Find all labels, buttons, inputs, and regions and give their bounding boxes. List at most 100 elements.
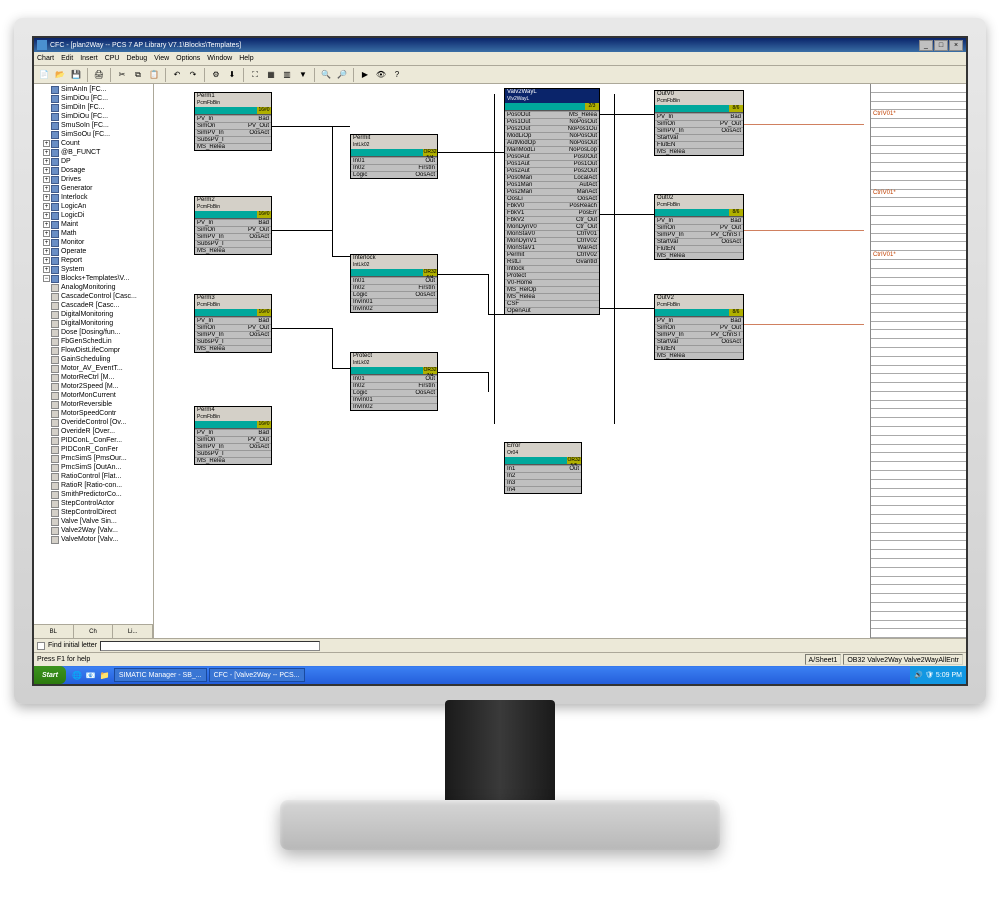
block-pin[interactable]: PosErr <box>552 210 599 216</box>
block-pin[interactable]: SimPV_In <box>655 332 699 338</box>
block-pin[interactable]: FirstIn <box>394 285 437 291</box>
block-pin[interactable] <box>394 306 437 312</box>
block-pin[interactable]: FirstIn <box>394 383 437 389</box>
block-pin[interactable]: Out <box>394 278 437 284</box>
menu-insert[interactable]: Insert <box>80 55 98 62</box>
block-pin[interactable]: Out <box>394 158 437 164</box>
sheet-margin-row[interactable] <box>871 172 966 181</box>
tree-item[interactable]: SimDiOu [FC... <box>35 94 152 103</box>
block-pin[interactable]: FlutEN <box>655 346 699 352</box>
block-pin[interactable]: In2 <box>505 473 543 479</box>
block-header[interactable]: Protect IntLk02 OR32 7/4 <box>351 353 437 375</box>
sheet-margin-row[interactable] <box>871 181 966 190</box>
sheet-margin-row[interactable] <box>871 234 966 243</box>
tray-icon[interactable]: 🔊 <box>914 671 923 679</box>
block-pin[interactable]: Bad <box>233 116 271 122</box>
tree-item[interactable]: +System <box>35 265 152 274</box>
minimize-button[interactable]: _ <box>919 40 933 51</box>
taskbar-item[interactable]: SIMATIC Manager - SB_... <box>114 668 207 682</box>
block-header[interactable]: Perm2 PcmFbBin 16#0 <box>195 197 271 219</box>
open-icon[interactable]: 📂 <box>53 68 67 82</box>
block-pin[interactable]: V0-Home <box>505 280 552 286</box>
sheet-margin-row[interactable] <box>871 216 966 225</box>
sheet-margin-row[interactable] <box>871 383 966 392</box>
block-pin[interactable]: MS_Relea <box>655 253 699 259</box>
sheet-margin-row[interactable] <box>871 84 966 93</box>
block-pin[interactable] <box>233 241 271 247</box>
menu-debug[interactable]: Debug <box>126 55 147 62</box>
block-pin[interactable]: InvIn02 <box>351 404 394 410</box>
block-pin[interactable]: In01 <box>351 376 394 382</box>
block-pin[interactable]: MS_Relea <box>195 144 233 150</box>
block-pin[interactable]: Pos2Aut <box>505 168 552 174</box>
block-pin[interactable]: FlutEN <box>655 142 699 148</box>
block-pin[interactable]: OosAct <box>233 130 271 136</box>
block-pin[interactable] <box>699 135 743 141</box>
sheet-margin-row[interactable] <box>871 577 966 586</box>
block-pin[interactable]: SimOn <box>195 325 233 331</box>
sheet-margin-row[interactable] <box>871 497 966 506</box>
sheet-margin-row[interactable] <box>871 594 966 603</box>
block-pin[interactable]: Bad <box>699 218 743 224</box>
sheet-margin-row[interactable] <box>871 471 966 480</box>
sheet-margin-row[interactable] <box>871 515 966 524</box>
block-pin[interactable]: MS_Relea <box>195 458 233 464</box>
tree-item[interactable]: +@B_FUNCT <box>35 148 152 157</box>
dropdown-icon[interactable]: ▼ <box>296 68 310 82</box>
block-pin[interactable]: InvIn02 <box>351 306 394 312</box>
block-pin[interactable] <box>233 346 271 352</box>
block-pin[interactable]: Pos0Out <box>505 112 552 118</box>
block-pin[interactable]: Pos2Out <box>505 126 552 132</box>
sheet-margin-row[interactable] <box>871 524 966 533</box>
tree-item[interactable]: MotorReversible <box>35 400 152 409</box>
zoom-out-icon[interactable]: 🔎 <box>335 68 349 82</box>
tree-item-templates[interactable]: −Blocks+Templates\V... <box>35 274 152 283</box>
block-pin[interactable]: OpenAut <box>505 308 552 314</box>
sheet-margin-row[interactable] <box>871 559 966 568</box>
block-pin[interactable] <box>543 480 581 486</box>
block-pin[interactable]: FlutEN <box>655 246 699 252</box>
tree-item[interactable]: SmithPredictorCo... <box>35 490 152 499</box>
sheet-margin-row[interactable] <box>871 445 966 454</box>
cfc-block[interactable]: Perm4 PcmFbBin 16#0 PV_InBadSimOnPV_OutS… <box>194 406 272 465</box>
block-pin[interactable]: InvIn01 <box>351 397 394 403</box>
tab-charts[interactable]: Ch <box>74 625 114 638</box>
block-pin[interactable]: ModLiOp <box>505 133 552 139</box>
sheet-margin-row[interactable] <box>871 304 966 313</box>
expand-icon[interactable]: + <box>43 266 50 273</box>
tree-item[interactable]: PmcSimS [PmsOur... <box>35 454 152 463</box>
block-pin[interactable]: SimOn <box>195 227 233 233</box>
block-pin[interactable]: MS_Relea <box>195 346 233 352</box>
sheet-margin-row[interactable] <box>871 102 966 111</box>
tree-item[interactable]: FbGenSchedLin <box>35 337 152 346</box>
block-pin[interactable]: StartVal <box>655 339 699 345</box>
sheet-margin-row[interactable] <box>871 603 966 612</box>
block-pin[interactable]: SubsPV_I <box>195 241 233 247</box>
tree-item[interactable]: MotorSpeedContr <box>35 409 152 418</box>
block-pin[interactable]: PV_Out <box>699 225 743 231</box>
sheet-margin-row[interactable]: CtrIV01* <box>871 110 966 119</box>
sheet-margin-row[interactable] <box>871 621 966 630</box>
block-pin[interactable]: OosAct <box>233 234 271 240</box>
menu-view[interactable]: View <box>154 55 169 62</box>
tree-item[interactable]: MotorMonCurrent <box>35 391 152 400</box>
block-pin[interactable]: PV_In <box>195 220 233 226</box>
sheet-margin-row[interactable] <box>871 128 966 137</box>
cfc-block[interactable]: OutV0 PcmFbBin 8/6 PV_InBadSimOnPV_OutSi… <box>654 90 744 156</box>
block-pin[interactable]: MS_RelOp <box>505 287 552 293</box>
menu-options[interactable]: Options <box>176 55 200 62</box>
block-pin[interactable]: AutModOp <box>505 140 552 146</box>
tree-item[interactable]: +Math <box>35 229 152 238</box>
block-pin[interactable]: SubsPV_I <box>195 451 233 457</box>
block-pin[interactable]: SimOn <box>655 325 699 331</box>
sheet-margin-row[interactable] <box>871 480 966 489</box>
block-pin[interactable]: Ctr_Out <box>552 217 599 223</box>
tree-item[interactable]: SimDiIn [FC... <box>35 103 152 112</box>
block-pin[interactable]: MS_Relea <box>552 112 599 118</box>
sheet-margin-row[interactable] <box>871 269 966 278</box>
block-pin[interactable] <box>543 473 581 479</box>
expand-icon[interactable]: + <box>43 185 50 192</box>
taskbar-item[interactable]: CFC - [Valve2Way -- PCS... <box>209 668 305 682</box>
block-pin[interactable] <box>233 248 271 254</box>
tree-item[interactable]: +LogicAn <box>35 202 152 211</box>
